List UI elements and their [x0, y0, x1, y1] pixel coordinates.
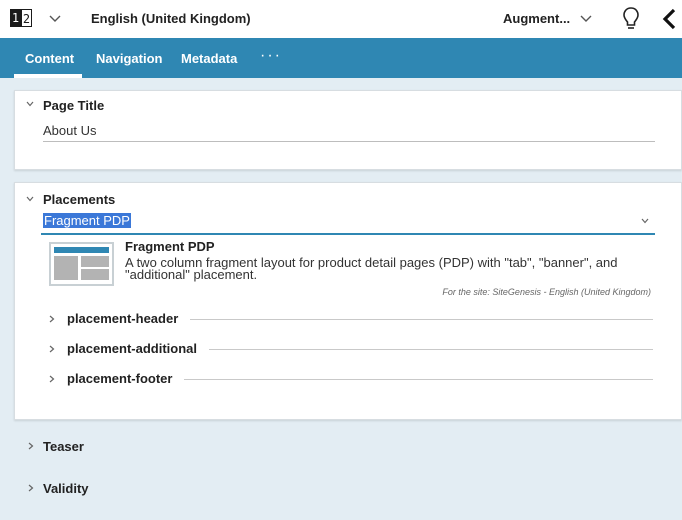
section-teaser[interactable]: Teaser	[43, 439, 84, 454]
placement-label[interactable]: placement-header	[67, 311, 191, 326]
panel-title[interactable]: Page Title	[43, 98, 104, 113]
chevron-right-icon[interactable]	[28, 484, 34, 492]
top-toolbar: 1 2 English (United Kingdom) Augment...	[0, 0, 682, 38]
fragment-site-note: For the site: SiteGenesis - English (Uni…	[442, 287, 651, 297]
tab-content[interactable]: Content	[25, 51, 74, 66]
language-chevron-down-icon[interactable]	[49, 15, 61, 23]
lightbulb-icon[interactable]	[622, 6, 640, 32]
section-validity[interactable]: Validity	[43, 481, 89, 496]
placement-label[interactable]: placement-additional	[67, 341, 210, 356]
more-tabs-icon[interactable]: ···	[260, 47, 282, 65]
fragment-description: A two column fragment layout for product…	[125, 255, 618, 282]
expand-chevron-icon[interactable]	[26, 101, 34, 107]
active-tab-indicator	[14, 74, 82, 78]
tab-metadata[interactable]: Metadata	[181, 51, 237, 66]
chevron-right-icon[interactable]	[28, 442, 34, 450]
chevron-right-icon[interactable]	[49, 375, 55, 383]
language-selector[interactable]: English (United Kingdom)	[91, 11, 251, 26]
panel-title[interactable]: Placements	[43, 192, 115, 207]
selected-layout: Fragment PDP	[43, 213, 131, 228]
augment-chevron-down-icon[interactable]	[580, 15, 592, 23]
lang-digit-1: 1	[10, 9, 21, 27]
language-icon[interactable]: 1 2	[10, 9, 32, 27]
chevron-right-icon[interactable]	[49, 345, 55, 353]
select-chevron-down-icon[interactable]	[641, 218, 649, 224]
page-title-panel: Page Title About Us	[14, 90, 682, 170]
placement-row[interactable]: placement-header	[45, 310, 653, 328]
expand-chevron-icon[interactable]	[26, 196, 34, 202]
fragment-title: Fragment PDP	[125, 239, 215, 254]
lang-digit-2: 2	[21, 9, 32, 27]
augment-selector[interactable]: Augment...	[503, 11, 570, 26]
placement-layout-select[interactable]: Fragment PDP	[43, 213, 131, 231]
select-underline	[41, 233, 655, 235]
page-title-input[interactable]: About Us	[43, 123, 96, 138]
placement-row[interactable]: placement-footer	[45, 370, 653, 388]
placement-row[interactable]: placement-additional	[45, 340, 653, 358]
tab-bar: Content Navigation Metadata ···	[0, 38, 682, 78]
input-underline	[43, 141, 655, 142]
placement-label[interactable]: placement-footer	[67, 371, 185, 386]
placements-panel: Placements Fragment PDP Fragment PDP A t…	[14, 182, 682, 420]
tab-navigation[interactable]: Navigation	[96, 51, 162, 66]
collapse-panel-icon[interactable]	[662, 8, 676, 30]
chevron-right-icon[interactable]	[49, 315, 55, 323]
fragment-layout-thumbnail	[49, 242, 114, 286]
